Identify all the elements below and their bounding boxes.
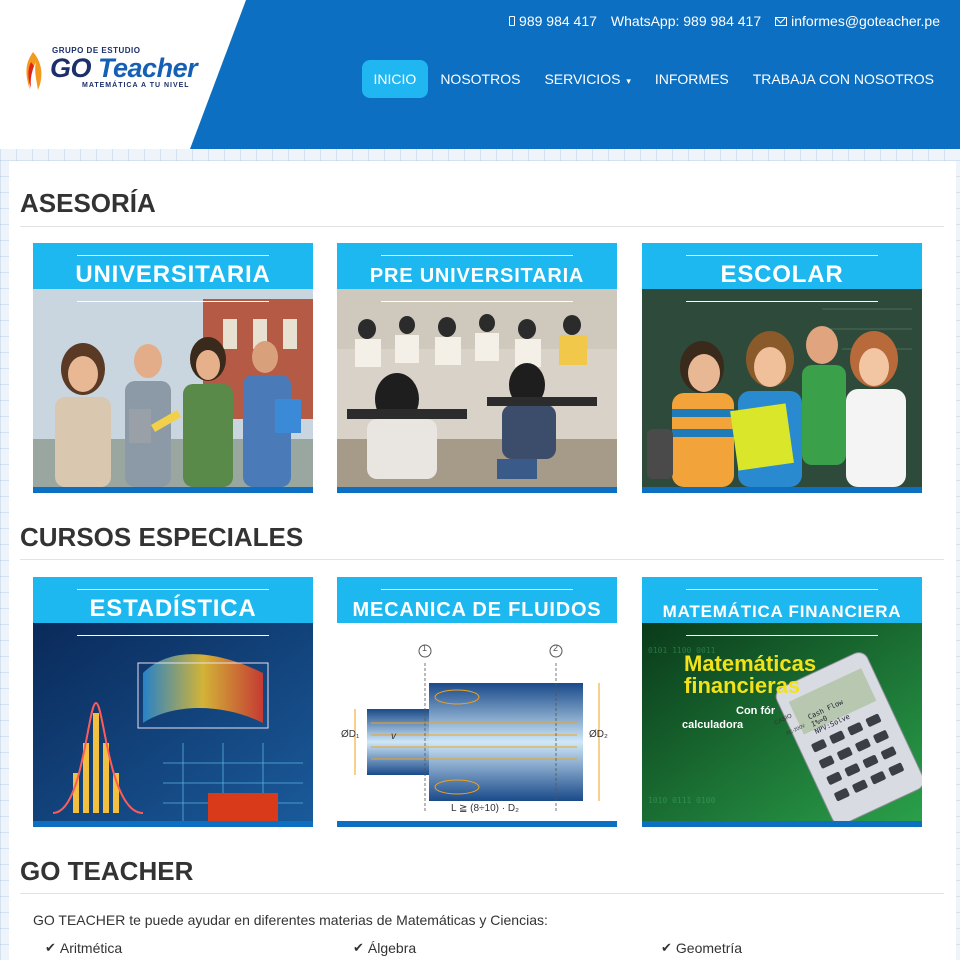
financial-image-text-4: calculadora bbox=[682, 719, 744, 731]
section-title-cursos: CURSOS ESPECIALES bbox=[20, 522, 304, 552]
classroom-exam-image bbox=[337, 289, 617, 487]
divider bbox=[20, 226, 944, 227]
check-icon: ✔ bbox=[661, 940, 672, 956]
main-nav: INICIO NOSOTROS SERVICIOS ▾ INFORMES TRA… bbox=[361, 60, 946, 98]
diagram-marker-2: 2 bbox=[553, 643, 559, 653]
card-pre-universitaria[interactable]: PRE UNIVERSITARIA bbox=[337, 243, 617, 493]
section-title-go-teacher: GO TEACHER bbox=[20, 856, 194, 886]
subject-item: ✔ Álgebra bbox=[353, 940, 417, 956]
site-header: GRUPO DE ESTUDIO GO Teacher MATEMÁTICA A… bbox=[0, 0, 960, 149]
contact-email[interactable]: informes@goteacher.pe bbox=[775, 13, 940, 29]
card-title: PRE UNIVERSITARIA bbox=[369, 265, 585, 287]
contact-phone[interactable]: 989 984 417 bbox=[509, 13, 597, 29]
contact-whatsapp[interactable]: WhatsApp: 989 984 417 bbox=[611, 13, 761, 29]
logo-name: GO Teacher bbox=[50, 53, 198, 83]
university-students-image bbox=[33, 289, 313, 487]
divider bbox=[20, 893, 944, 894]
card-estadistica[interactable]: ESTADÍSTICA bbox=[33, 577, 313, 827]
svg-text:1010 0111 0100: 1010 0111 0100 bbox=[648, 796, 716, 805]
card-title: ESCOLAR bbox=[720, 261, 844, 288]
contact-bar: 989 984 417 WhatsApp: 989 984 417 inform… bbox=[509, 13, 940, 29]
section-title-asesoria: ASESORÍA bbox=[20, 188, 156, 218]
check-icon: ✔ bbox=[45, 940, 56, 956]
fluid-mechanics-diagram bbox=[337, 623, 617, 821]
nav-nosotros[interactable]: NOSOTROS bbox=[428, 60, 532, 98]
site-logo[interactable]: GRUPO DE ESTUDIO GO Teacher MATEMÁTICA A… bbox=[22, 46, 222, 96]
diagram-label-v: v bbox=[391, 731, 396, 742]
school-kids-image bbox=[642, 289, 922, 487]
card-universitaria[interactable]: UNIVERSITARIA bbox=[33, 243, 313, 493]
divider bbox=[20, 559, 944, 560]
diagram-formula: L ≧ (8÷10) · D₂ bbox=[451, 803, 519, 814]
caret-down-icon: ▾ bbox=[626, 76, 631, 86]
card-title: UNIVERSITARIA bbox=[75, 261, 271, 288]
card-escolar[interactable]: ESCOLAR bbox=[642, 243, 922, 493]
card-mecanica-fluidos[interactable]: 1 2 ØD₁ ØD₂ v L ≧ (8÷10) · D₂ MECANICA D… bbox=[337, 577, 617, 827]
diagram-label-d2: ØD₂ bbox=[589, 729, 608, 740]
card-title: MATEMÁTICA FINANCIERA bbox=[662, 602, 902, 621]
main-content: ASESORÍA UNIVERSITARIA PRE UNIVERSITARIA… bbox=[9, 161, 956, 960]
card-title: ESTADÍSTICA bbox=[89, 595, 257, 622]
card-title: MECANICA DE FLUIDOS bbox=[352, 599, 602, 621]
logo-tagline: MATEMÁTICA A TU NIVEL bbox=[82, 82, 190, 89]
check-icon: ✔ bbox=[353, 940, 364, 956]
nav-inicio[interactable]: INICIO bbox=[361, 60, 429, 98]
nav-servicios[interactable]: SERVICIOS ▾ bbox=[532, 60, 642, 98]
subject-item: ✔ Geometría bbox=[661, 940, 743, 956]
mail-icon bbox=[775, 16, 788, 26]
financial-image-text-2: financieras bbox=[684, 673, 801, 698]
statistics-image bbox=[33, 623, 313, 821]
flame-icon bbox=[26, 52, 42, 90]
phone-icon bbox=[509, 16, 516, 26]
about-description: GO TEACHER te puede ayudar en diferentes… bbox=[33, 912, 548, 928]
nav-informes[interactable]: INFORMES bbox=[643, 60, 741, 98]
financial-image-text-3: Con fór bbox=[736, 705, 776, 717]
diagram-label-d1: ØD₁ bbox=[341, 729, 360, 740]
nav-trabaja[interactable]: TRABAJA CON NOSOTROS bbox=[741, 60, 946, 98]
card-matematica-financiera[interactable]: 0101 1100 0011 1010 0111 0100 Matemáticas… bbox=[642, 577, 922, 827]
diagram-marker-1: 1 bbox=[422, 643, 428, 653]
subject-item: ✔ Aritmética bbox=[45, 940, 123, 956]
